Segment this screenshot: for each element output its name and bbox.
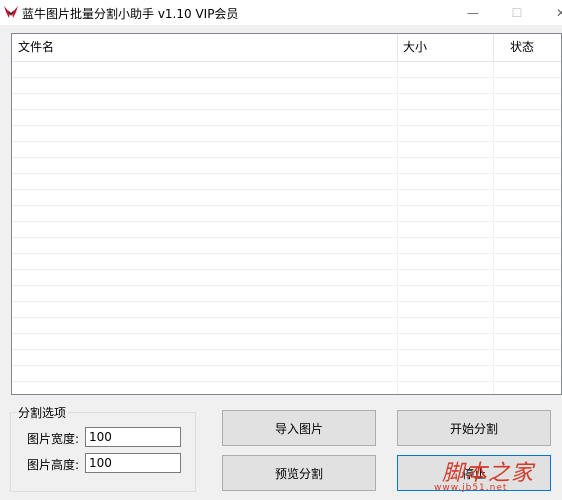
grid-row-line [12, 333, 561, 334]
app-logo-icon [4, 6, 18, 18]
width-label: 图片宽度: [27, 432, 80, 446]
file-list-header: 文件名 大小 状态 [12, 34, 561, 62]
grid-row-line [12, 93, 561, 94]
split-options-label: 分割选项 [16, 404, 69, 421]
title-bar: 蓝牛图片批量分割小助手 v1.10 VIP会员 — ☐ ✕ [0, 0, 562, 25]
grid-row-line [12, 381, 561, 382]
grid-row-line [12, 221, 561, 222]
height-label: 图片高度: [27, 458, 80, 472]
column-header-filename[interactable]: 文件名 [12, 34, 397, 61]
grid-row-line [12, 189, 561, 190]
grid-row-line [12, 173, 561, 174]
grid-row-line [12, 253, 561, 254]
column-header-size[interactable]: 大小 [397, 34, 493, 61]
grid-row-line [12, 301, 561, 302]
grid-row-line [12, 125, 561, 126]
grid-row-line [12, 77, 561, 78]
watermark: 脚本之家 www.jb51.net [430, 452, 562, 500]
preview-split-button[interactable]: 预览分割 [222, 455, 376, 491]
window-title: 蓝牛图片批量分割小助手 v1.10 VIP会员 [22, 7, 239, 21]
file-list[interactable]: 文件名 大小 状态 [11, 33, 562, 395]
start-split-button[interactable]: 开始分割 [397, 410, 551, 446]
width-input[interactable] [85, 427, 181, 447]
grid-row-line [12, 365, 561, 366]
minimize-button[interactable]: — [450, 0, 496, 25]
maximize-button[interactable]: ☐ [494, 0, 540, 25]
grid-row-line [12, 269, 561, 270]
grid-row-line [12, 317, 561, 318]
grid-column-line [397, 61, 398, 394]
close-button[interactable]: ✕ [538, 0, 562, 25]
import-images-button[interactable]: 导入图片 [222, 410, 376, 446]
grid-column-line [493, 61, 494, 394]
grid-row-line [12, 141, 561, 142]
grid-row-line [12, 349, 561, 350]
column-header-status[interactable]: 状态 [493, 34, 561, 61]
split-options-group [10, 412, 196, 492]
grid-row-line [12, 157, 561, 158]
grid-row-line [12, 285, 561, 286]
watermark-url-text: www.jb51.net [434, 483, 508, 493]
grid-row-line [12, 109, 561, 110]
grid-row-line [12, 205, 561, 206]
height-input[interactable] [85, 453, 181, 473]
grid-row-line [12, 237, 561, 238]
